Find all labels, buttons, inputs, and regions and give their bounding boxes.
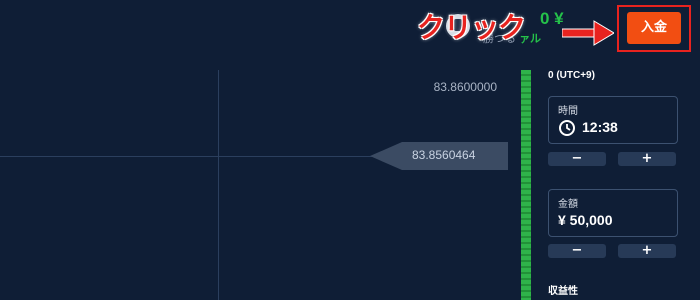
chart-crosshair-horizontal xyxy=(0,156,395,157)
profitability-label: 収益性 xyxy=(548,286,578,297)
amount-increment-button[interactable]: + xyxy=(618,244,676,258)
amount-field-label: 金額 xyxy=(558,199,578,210)
amount-decrement-button[interactable]: − xyxy=(548,244,606,258)
chart-crosshair-vertical xyxy=(218,70,219,300)
current-price-value: 83.8560464 xyxy=(412,148,476,162)
amount-field-value: ¥ 50,000 xyxy=(558,212,613,228)
arrow-right-icon xyxy=(562,20,614,46)
timezone-label: 0 (UTC+9) xyxy=(548,70,595,81)
price-scale-top: 83.8600000 xyxy=(433,80,497,94)
time-decrement-button[interactable]: − xyxy=(548,152,606,166)
amount-field[interactable]: 金額 ¥ 50,000 xyxy=(548,189,678,237)
clock-icon xyxy=(559,120,575,136)
time-increment-button[interactable]: + xyxy=(618,152,676,166)
time-field-value: 12:38 xyxy=(582,119,618,135)
click-annotation-text: クリック xyxy=(417,11,526,44)
time-field[interactable]: 時間 12:38 xyxy=(548,96,678,144)
time-field-label: 時間 xyxy=(558,106,578,117)
deposit-button[interactable]: 入金 xyxy=(627,12,681,44)
balance-value[interactable]: 0 ¥ xyxy=(540,9,564,29)
price-history-bar xyxy=(521,70,531,300)
current-price-tag: 83.8560464 xyxy=(370,142,508,170)
